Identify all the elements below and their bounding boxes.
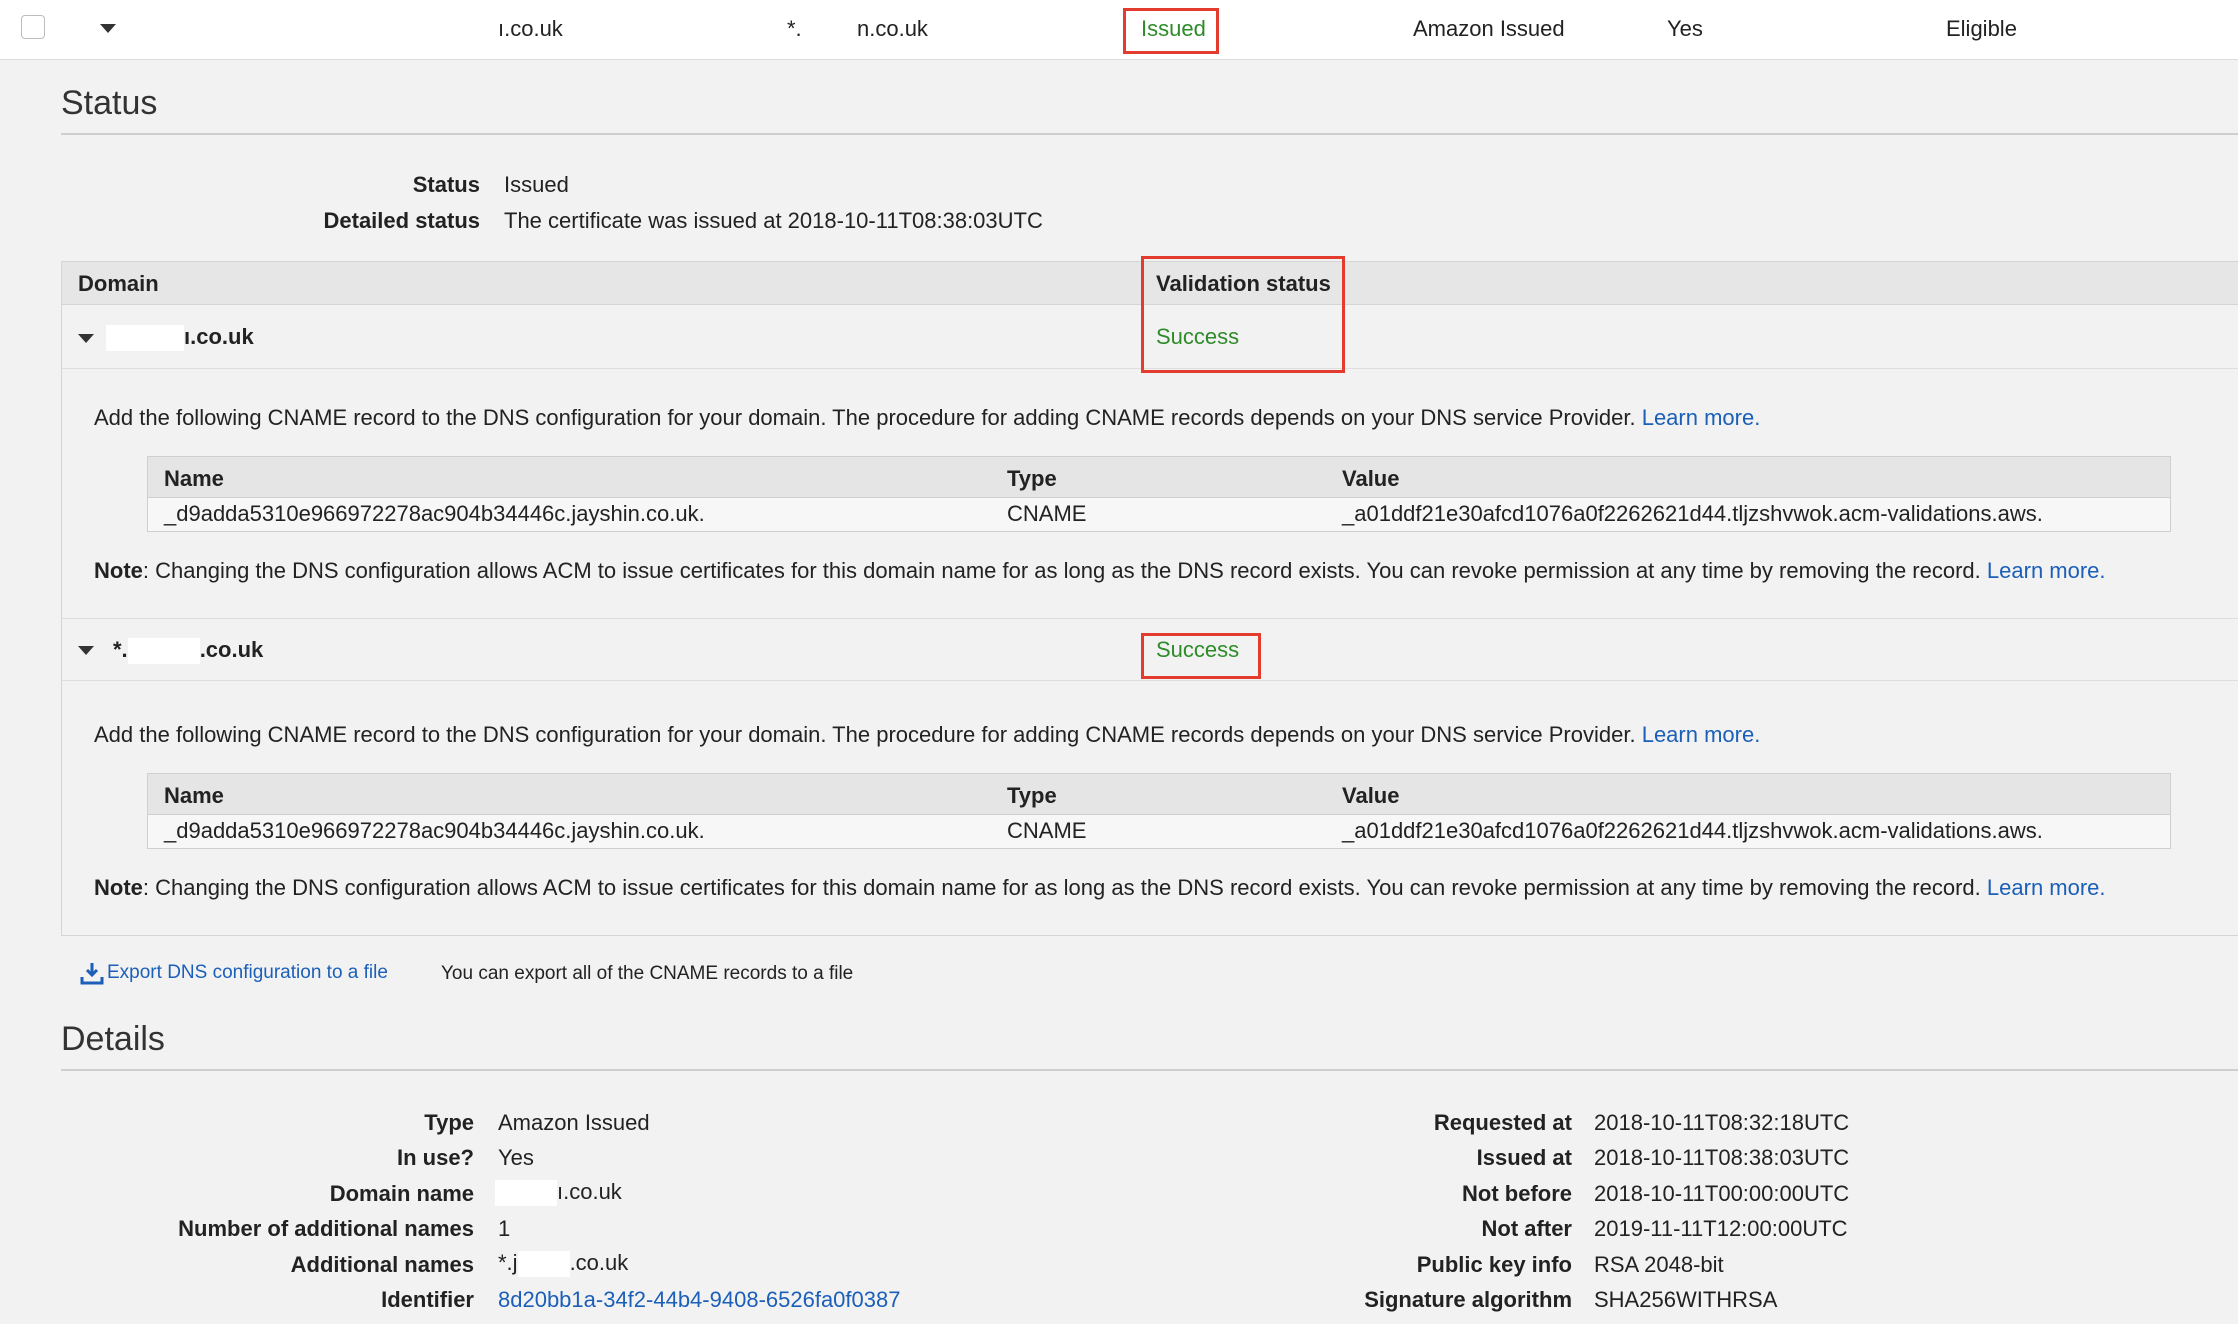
signature-algorithm-label: Signature algorithm [1364, 1287, 1572, 1312]
type-column-header: Type [1007, 466, 1057, 491]
identifier-label: Identifier [381, 1287, 474, 1312]
cname-instruction: Add the following CNAME record to the DN… [94, 405, 1761, 430]
domain-name-label: Domain name [329, 1181, 474, 1206]
export-dns-link[interactable]: Export DNS configuration to a file [79, 960, 388, 986]
additional-names-label: Additional names [290, 1252, 474, 1277]
collapse-caret-icon[interactable] [100, 24, 116, 33]
cname-record-type: CNAME [1007, 818, 1087, 843]
cname-record-value: _a01ddf21e30afcd1076a0f2262621d44.tljzsh… [1342, 818, 2043, 843]
certificate-row[interactable]: ı.co.uk *. n.co.uk Issued Amazon Issued … [0, 0, 2238, 60]
not-after-label: Not after [1481, 1216, 1572, 1241]
value-column-header: Value [1342, 466, 1400, 491]
not-after-value: 2019-11-11T12:00:00UTC [1594, 1216, 1848, 1241]
public-key-info-value: RSA 2048-bit [1594, 1252, 1724, 1277]
dns-note: Note: Changing the DNS configuration all… [94, 558, 2106, 583]
cname-record-type: CNAME [1007, 501, 1087, 526]
detailed-status-value: The certificate was issued at 2018-10-11… [504, 208, 1043, 233]
status-value: Issued [504, 172, 569, 197]
name-column-header: Name [164, 466, 224, 491]
learn-more-link[interactable]: Learn more. [1642, 722, 1761, 747]
row-divider [62, 618, 2238, 619]
domain-name: *. .co.uk [113, 637, 263, 665]
detailed-status-label: Detailed status [323, 208, 481, 233]
additional-names-value: *.j .co.uk [498, 1250, 628, 1278]
signature-algorithm-value: SHA256WITHRSA [1594, 1287, 1778, 1312]
cert-renewal-eligibility: Eligible [1946, 16, 2017, 41]
type-column-header: Type [1007, 783, 1057, 808]
in-use-label: In use? [396, 1145, 474, 1170]
expand-caret-icon[interactable] [78, 646, 94, 655]
cert-domain: ı.co.uk [498, 16, 563, 41]
expand-caret-icon[interactable] [78, 334, 94, 343]
details-divider [61, 1069, 2238, 1071]
additional-names-count-label: Number of additional names [178, 1216, 474, 1241]
cname-record-name: _d9adda5310e966972278ac904b34446c.jayshi… [164, 818, 705, 843]
status-divider [61, 133, 2238, 135]
download-icon [80, 963, 104, 985]
type-label: Type [424, 1110, 474, 1135]
learn-more-link[interactable]: Learn more. [1642, 405, 1761, 430]
note-learn-more-link[interactable]: Learn more. [1987, 558, 2106, 583]
additional-names-count-value: 1 [498, 1216, 511, 1241]
cname-table-header: Name Type Value [148, 774, 2170, 815]
not-before-value: 2018-10-11T00:00:00UTC [1594, 1181, 1850, 1206]
details-section-title: Details [61, 1020, 165, 1058]
cname-instruction: Add the following CNAME record to the DN… [94, 722, 1761, 747]
type-value: Amazon Issued [498, 1110, 650, 1135]
domain-column-header: Domain [78, 271, 159, 296]
issued-at-label: Issued at [1476, 1145, 1572, 1170]
dns-note: Note: Changing the DNS configuration all… [94, 875, 2106, 900]
note-learn-more-link[interactable]: Learn more. [1987, 875, 2106, 900]
value-column-header: Value [1342, 783, 1400, 808]
highlight-box-validation [1141, 256, 1345, 373]
domain-name-value: ı.co.uk [495, 1179, 622, 1207]
row-checkbox[interactable] [21, 15, 45, 39]
issued-at-value: 2018-10-11T08:38:03UTC [1594, 1145, 1850, 1170]
identifier-link[interactable]: 8d20bb1a-34f2-44b4-9408-6526fa0f0387 [498, 1287, 900, 1313]
cname-table-header: Name Type Value [148, 457, 2170, 498]
cert-type: Amazon Issued [1413, 16, 1565, 41]
not-before-label: Not before [1462, 1181, 1572, 1206]
cert-additional-names: n.co.uk [857, 16, 928, 41]
highlight-box-issued [1123, 8, 1219, 54]
cname-record-value: _a01ddf21e30afcd1076a0f2262621d44.tljzsh… [1342, 501, 2043, 526]
cname-record-table: Name Type Value _d9adda5310e966972278ac9… [147, 456, 2171, 532]
status-label: Status [412, 172, 480, 197]
cname-record-name: _d9adda5310e966972278ac904b34446c.jayshi… [164, 501, 705, 526]
requested-at-label: Requested at [1433, 1110, 1572, 1135]
domain-name: ı.co.uk [106, 324, 254, 352]
name-column-header: Name [164, 783, 224, 808]
cname-record-table: Name Type Value _d9adda5310e966972278ac9… [147, 773, 2171, 849]
export-note: You can export all of the CNAME records … [441, 963, 854, 984]
cert-additional-prefix: *. [787, 16, 802, 41]
in-use-value: Yes [498, 1145, 534, 1170]
public-key-info-label: Public key info [1416, 1252, 1572, 1277]
requested-at-value: 2018-10-11T08:32:18UTC [1594, 1110, 1850, 1135]
highlight-box-success [1141, 633, 1261, 679]
status-section-title: Status [61, 84, 158, 122]
cert-in-use: Yes [1667, 16, 1703, 41]
